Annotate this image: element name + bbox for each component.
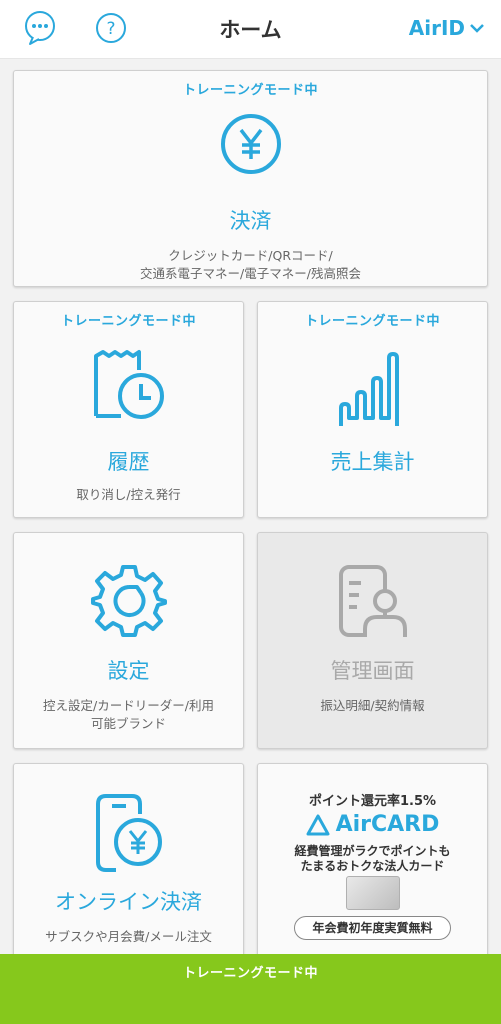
bar-chart-icon xyxy=(338,352,399,426)
training-mode-badge: トレーニングモード中 xyxy=(60,314,196,329)
online-payment-title: オンライン決済 xyxy=(55,890,202,914)
sales-summary-tile[interactable]: トレーニングモード中 売上集計 xyxy=(257,301,488,518)
yen-circle-icon xyxy=(220,114,281,174)
chevron-down-icon xyxy=(470,24,484,33)
promo-desc-line-2: たまるおトクな法人カード xyxy=(300,859,445,873)
payment-subtitle-2: 交通系電子マネー/電子マネー/残高照会 xyxy=(140,266,361,281)
promo-desc-line-1: 経費管理がラクでポイントも xyxy=(294,844,451,858)
online-payment-subtitle: サブスクや月会費/メール注文 xyxy=(45,929,212,944)
history-subtitle: 取り消し/控え発行 xyxy=(76,487,181,502)
credit-card-image xyxy=(346,876,400,910)
aircard-triangle-icon xyxy=(306,814,330,835)
admin-screen-subtitle: 振込明細/契約情報 xyxy=(320,698,425,713)
promo-description: 経費管理がラクでポイントも たまるおトクな法人カード xyxy=(266,844,479,874)
profile-document-icon xyxy=(338,565,407,637)
airid-label: AirID xyxy=(408,16,465,40)
promo-offer-pill: 年会費初年度実質無料 xyxy=(294,916,451,940)
training-mode-bar: トレーニングモード中 xyxy=(0,954,501,1024)
history-title: 履歴 xyxy=(107,450,150,474)
training-mode-badge: トレーニングモード中 xyxy=(182,83,318,98)
admin-screen-tile: 管理画面 振込明細/契約情報 xyxy=(257,532,488,749)
aircard-promo-banner[interactable]: ポイント還元率1.5% AirCARD 経費管理がラクでポイントも たまるおトク… xyxy=(257,763,488,963)
payment-title: 決済 xyxy=(229,209,272,233)
gear-icon xyxy=(90,565,167,637)
aircard-logo: AirCARD xyxy=(258,812,487,837)
sales-summary-title: 売上集計 xyxy=(330,450,415,474)
training-mode-bar-label: トレーニングモード中 xyxy=(182,966,318,981)
settings-title: 設定 xyxy=(107,659,150,683)
training-mode-badge: トレーニングモード中 xyxy=(304,314,440,329)
settings-subtitle-2: 可能ブランド xyxy=(90,716,166,731)
phone-yen-icon xyxy=(95,794,162,872)
settings-subtitle-1: 控え設定/カードリーダー/利用 xyxy=(43,698,214,713)
promo-headline: ポイント還元率1.5% xyxy=(308,794,437,809)
airid-account-menu[interactable]: AirID xyxy=(409,16,485,40)
payment-subtitle-1: クレジットカード/QRコード/ xyxy=(168,248,333,263)
settings-tile[interactable]: 設定 控え設定/カードリーダー/利用 可能ブランド xyxy=(13,532,244,749)
history-tile[interactable]: トレーニングモード中 履歴 取り消し/控え発行 xyxy=(13,301,244,518)
payment-tile[interactable]: トレーニングモード中 決済 クレジットカード/QRコード/ 交通系電子マネー/電… xyxy=(13,70,488,287)
admin-screen-title: 管理画面 xyxy=(330,659,415,683)
online-payment-tile[interactable]: オンライン決済 サブスクや月会費/メール注文 xyxy=(13,763,244,963)
aircard-brand-text: AirCARD xyxy=(335,812,440,837)
header-bar: ? ホーム AirID xyxy=(0,0,501,59)
receipt-clock-icon xyxy=(93,350,164,419)
